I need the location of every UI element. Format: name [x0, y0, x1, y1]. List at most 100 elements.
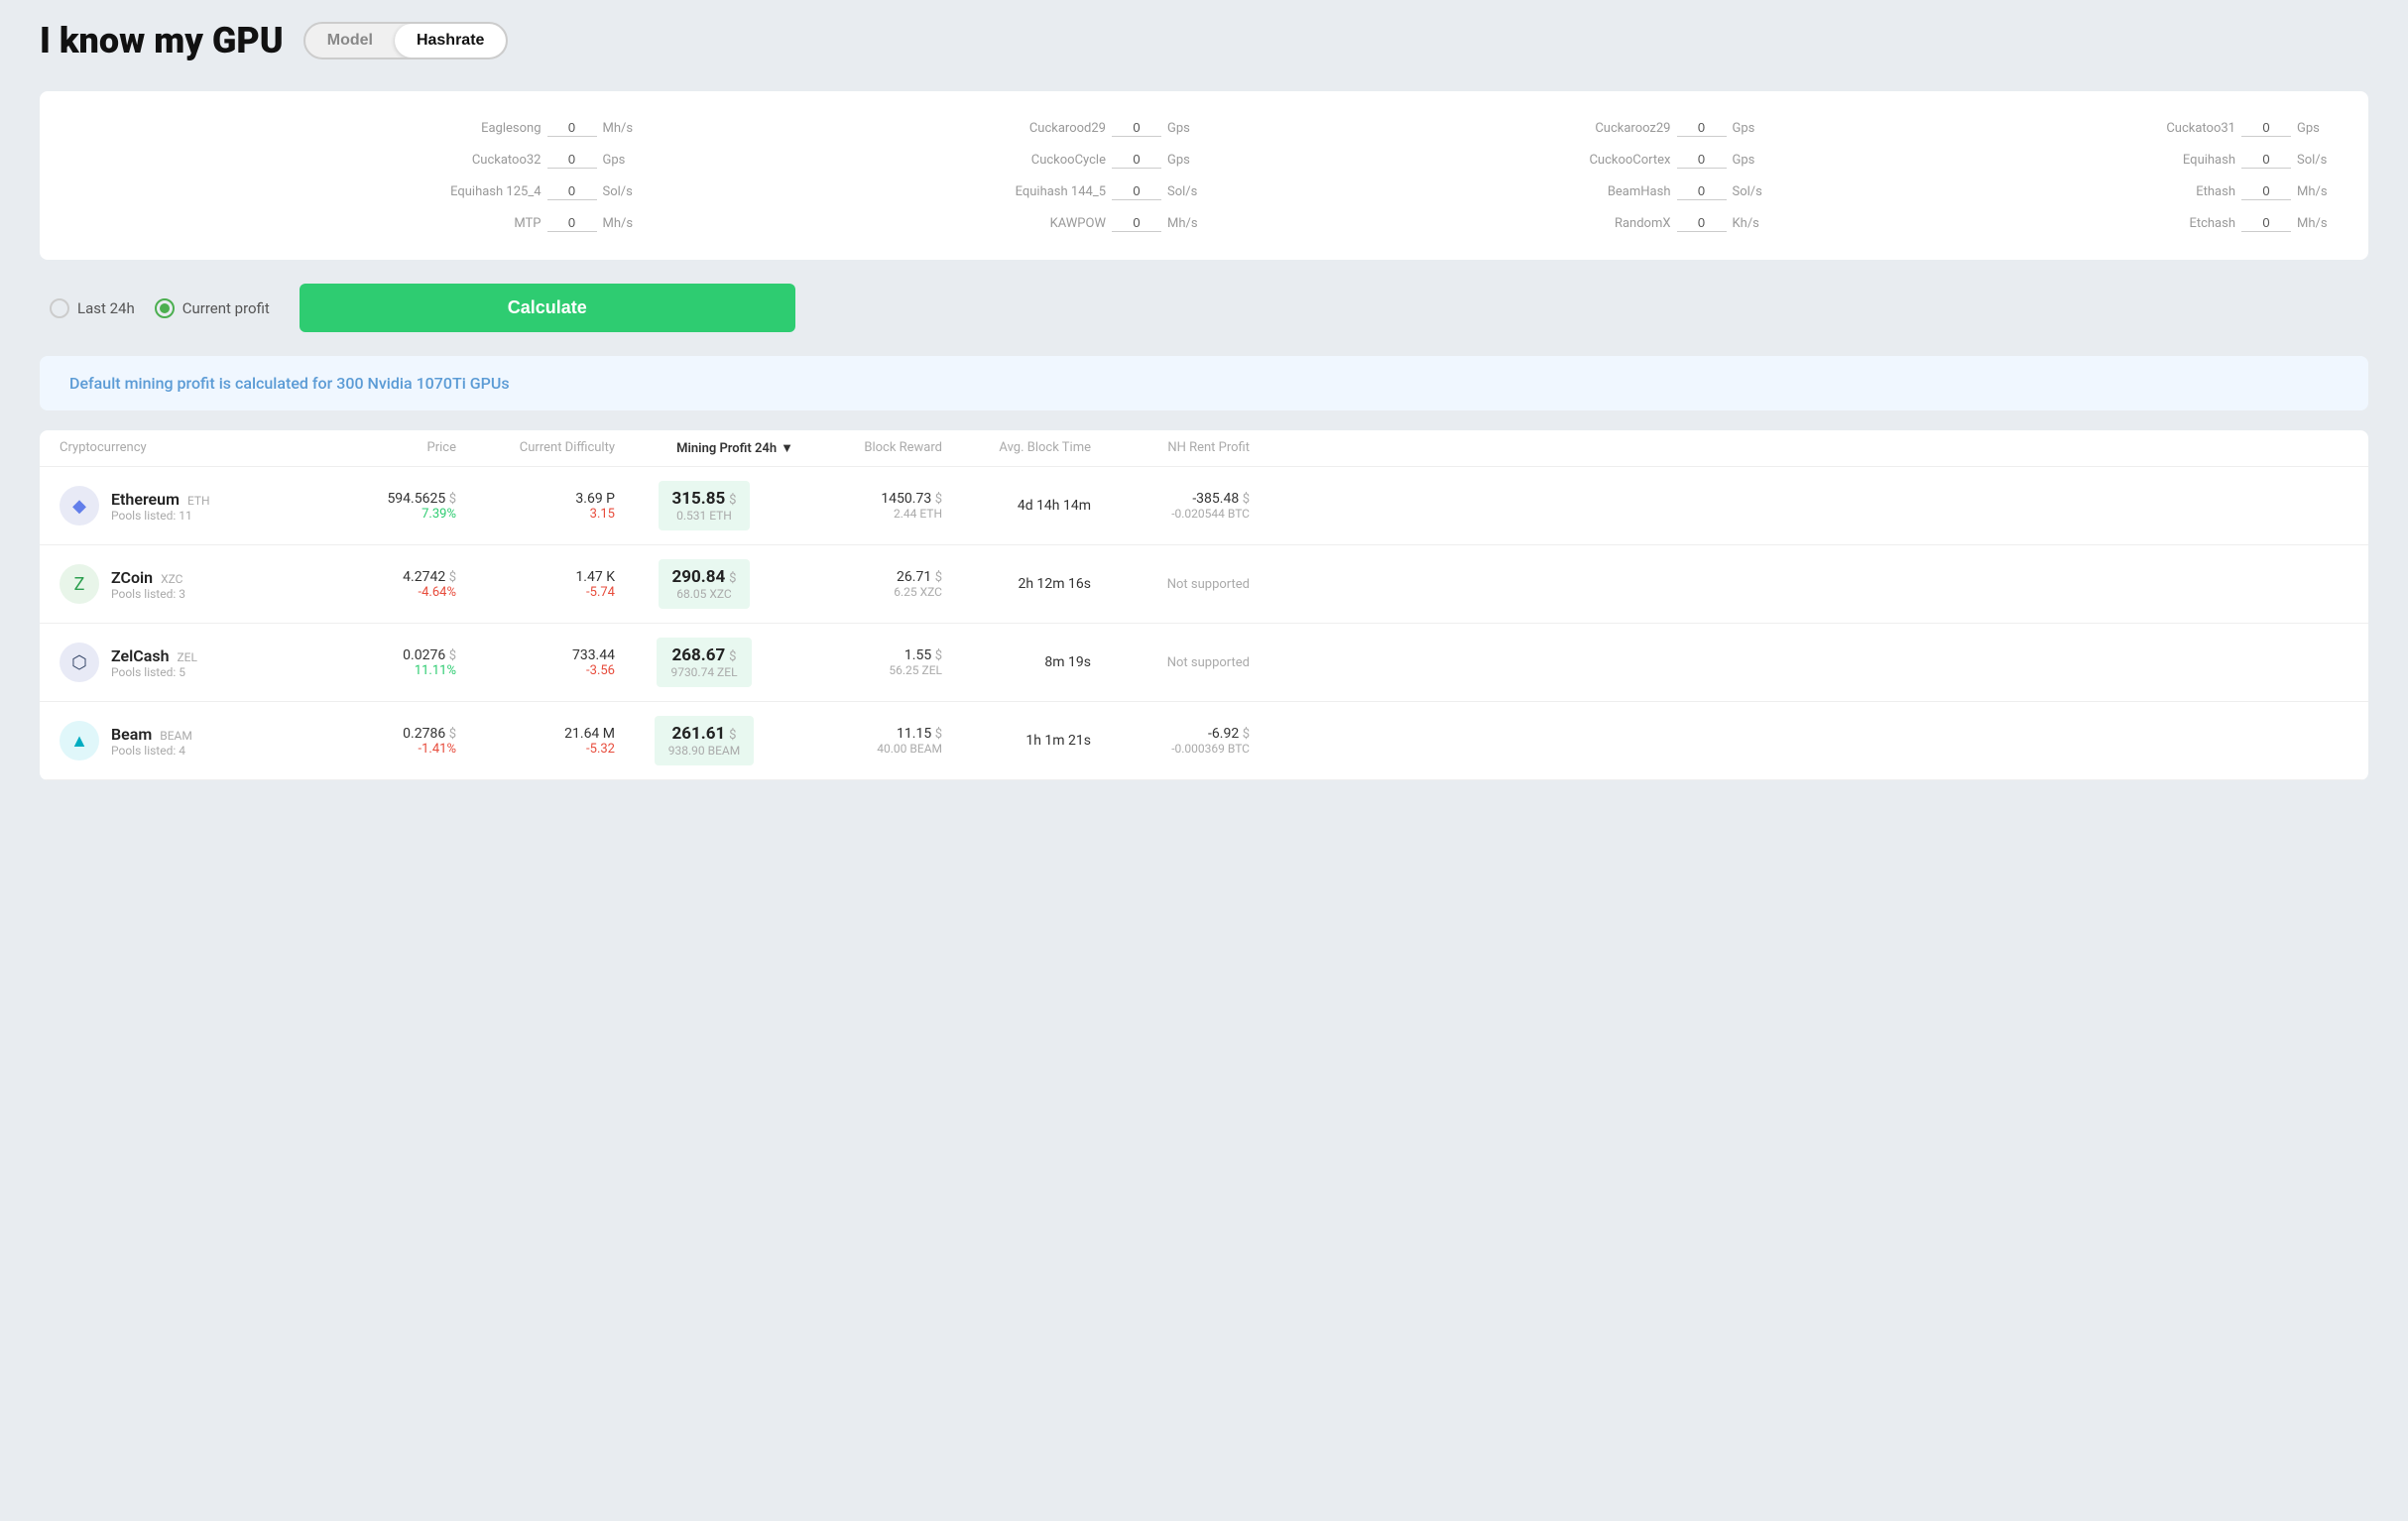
last24h-radio-label[interactable]: Last 24h — [50, 298, 135, 318]
hashrate-unit: Gps — [1167, 121, 1199, 136]
block-reward-value: 1.55 $ — [793, 647, 942, 663]
hashrate-input[interactable] — [2241, 214, 2291, 232]
current-profit-label: Current profit — [182, 299, 270, 317]
block-reward-sub: 2.44 ETH — [793, 507, 942, 521]
price-cell: 0.0276 $ 11.11% — [337, 647, 456, 678]
current-profit-radio-label[interactable]: Current profit — [155, 298, 270, 318]
hashrate-input[interactable] — [547, 182, 597, 200]
hashrate-unit: Kh/s — [1733, 216, 1764, 231]
hashrate-label: Cuckatoo31 — [2166, 121, 2235, 136]
table-row: Z ZCoin XZC Pools listed: 3 4.2742 $ -4.… — [40, 545, 2368, 624]
hashrate-item: MTP Mh/s — [79, 214, 635, 232]
last24h-radio-circle[interactable] — [50, 298, 69, 318]
hashrate-input[interactable] — [1112, 119, 1161, 137]
hashrate-input[interactable] — [1112, 214, 1161, 232]
hashrate-unit: Mh/s — [2297, 216, 2329, 231]
table-header-cell[interactable]: NH Rent Profit — [1091, 440, 1250, 456]
hashrate-item: Cuckarood29 Gps — [645, 119, 1200, 137]
hashrate-label: RandomX — [1615, 216, 1671, 231]
price-value: 4.2742 $ — [337, 569, 456, 585]
coin-cell: ◆ Ethereum ETH Pools listed: 11 — [60, 486, 337, 526]
hashrate-input[interactable] — [1677, 214, 1727, 232]
coin-info: ZCoin XZC Pools listed: 3 — [111, 568, 185, 601]
hashrate-unit: Gps — [1733, 121, 1764, 136]
hashrate-input[interactable] — [1112, 151, 1161, 169]
table-row: ⬡ ZelCash ZEL Pools listed: 5 0.0276 $ 1… — [40, 624, 2368, 702]
profit-main: 290.84 $ — [672, 567, 737, 587]
block-reward-value: 1450.73 $ — [793, 491, 942, 507]
table-header-cell[interactable]: Avg. Block Time — [942, 440, 1091, 456]
profit-cell-wrapper: 261.61 $ 938.90 BEAM — [615, 716, 793, 765]
hashrate-item: Ethash Mh/s — [1774, 182, 2330, 200]
profit-sub: 68.05 XZC — [672, 587, 737, 601]
hashrate-unit: Mh/s — [603, 216, 635, 231]
table-header-cell[interactable]: Cryptocurrency — [60, 440, 337, 456]
profit-main: 268.67 $ — [670, 645, 737, 665]
nh-rent-cell: -6.92 $ -0.000369 BTC — [1091, 726, 1250, 756]
controls-row: Last 24h Current profit Calculate — [40, 284, 2368, 332]
coin-icon: ⬡ — [60, 643, 99, 682]
hashrate-label: CuckooCycle — [1031, 153, 1106, 168]
hashrate-input[interactable] — [2241, 119, 2291, 137]
hashrate-input[interactable] — [1677, 119, 1727, 137]
price-change: 11.11% — [337, 663, 456, 678]
hashrate-toggle-btn[interactable]: Hashrate — [395, 24, 506, 58]
profit-cell-wrapper: 315.85 $ 0.531 ETH — [615, 481, 793, 530]
page-title: I know my GPU — [40, 20, 284, 61]
hashrate-label: Cuckarood29 — [1029, 121, 1106, 136]
hashrate-input[interactable] — [2241, 182, 2291, 200]
hashrate-input[interactable] — [1677, 151, 1727, 169]
table-header-cell[interactable]: Block Reward — [793, 440, 942, 456]
info-banner: Default mining profit is calculated for … — [40, 356, 2368, 410]
hashrate-unit: Sol/s — [1167, 184, 1199, 199]
profit-sub: 9730.74 ZEL — [670, 665, 737, 679]
difficulty-cell: 21.64 M -5.32 — [456, 726, 615, 757]
nh-rent-cell: Not supported — [1091, 577, 1250, 592]
profit-cell: 268.67 $ 9730.74 ZEL — [657, 638, 751, 687]
model-toggle-btn[interactable]: Model — [305, 24, 395, 58]
hashrate-input[interactable] — [1112, 182, 1161, 200]
results-table: CryptocurrencyPriceCurrent DifficultyMin… — [40, 430, 2368, 780]
hashrate-item: Equihash 144_5 Sol/s — [645, 182, 1200, 200]
hashrate-item: KAWPOW Mh/s — [645, 214, 1200, 232]
avg-block-time: 1h 1m 21s — [942, 733, 1091, 749]
difficulty-cell: 1.47 K -5.74 — [456, 569, 615, 600]
price-cell: 0.2786 $ -1.41% — [337, 726, 456, 757]
hashrate-unit: Mh/s — [2297, 184, 2329, 199]
hashrate-input[interactable] — [2241, 151, 2291, 169]
table-header-cell[interactable]: Current Difficulty — [456, 440, 615, 456]
pools-listed: Pools listed: 5 — [111, 665, 197, 679]
nh-not-supported: Not supported — [1091, 577, 1250, 592]
block-reward-cell: 26.71 $ 6.25 XZC — [793, 569, 942, 599]
hashrate-unit: Sol/s — [1733, 184, 1764, 199]
hashrate-label: CuckooCortex — [1589, 153, 1670, 168]
table-header-cell[interactable]: Price — [337, 440, 456, 456]
coin-info: Ethereum ETH Pools listed: 11 — [111, 490, 210, 523]
profit-cell: 290.84 $ 68.05 XZC — [659, 559, 751, 609]
table-header: CryptocurrencyPriceCurrent DifficultyMin… — [40, 430, 2368, 467]
coin-icon: Z — [60, 564, 99, 604]
hashrate-input[interactable] — [547, 119, 597, 137]
hashrate-item: Cuckarooz29 Gps — [1209, 119, 1764, 137]
current-profit-radio-circle[interactable] — [155, 298, 175, 318]
table-header-cell[interactable]: Mining Profit 24h ▼ — [615, 440, 793, 456]
block-reward-cell: 1.55 $ 56.25 ZEL — [793, 647, 942, 677]
nh-rent-cell: Not supported — [1091, 655, 1250, 670]
hashrate-item: Equihash Sol/s — [1774, 151, 2330, 169]
profit-cell: 261.61 $ 938.90 BEAM — [655, 716, 754, 765]
price-cell: 594.5625 $ 7.39% — [337, 491, 456, 522]
coin-name: Ethereum ETH — [111, 490, 210, 509]
hashrate-input[interactable] — [547, 214, 597, 232]
calculate-button[interactable]: Calculate — [300, 284, 795, 332]
price-value: 594.5625 $ — [337, 491, 456, 507]
pools-listed: Pools listed: 4 — [111, 744, 192, 758]
last24h-label: Last 24h — [77, 299, 135, 317]
hashrate-label: KAWPOW — [1050, 216, 1106, 231]
hashrate-input[interactable] — [1677, 182, 1727, 200]
hashrate-grid: Eaglesong Mh/s Cuckarood29 Gps Cuckarooz… — [79, 119, 2329, 232]
avg-block-time: 8m 19s — [942, 654, 1091, 670]
hashrate-input[interactable] — [547, 151, 597, 169]
block-reward-value: 26.71 $ — [793, 569, 942, 585]
hashrate-item: Cuckatoo32 Gps — [79, 151, 635, 169]
mode-toggle[interactable]: Model Hashrate — [303, 22, 509, 59]
